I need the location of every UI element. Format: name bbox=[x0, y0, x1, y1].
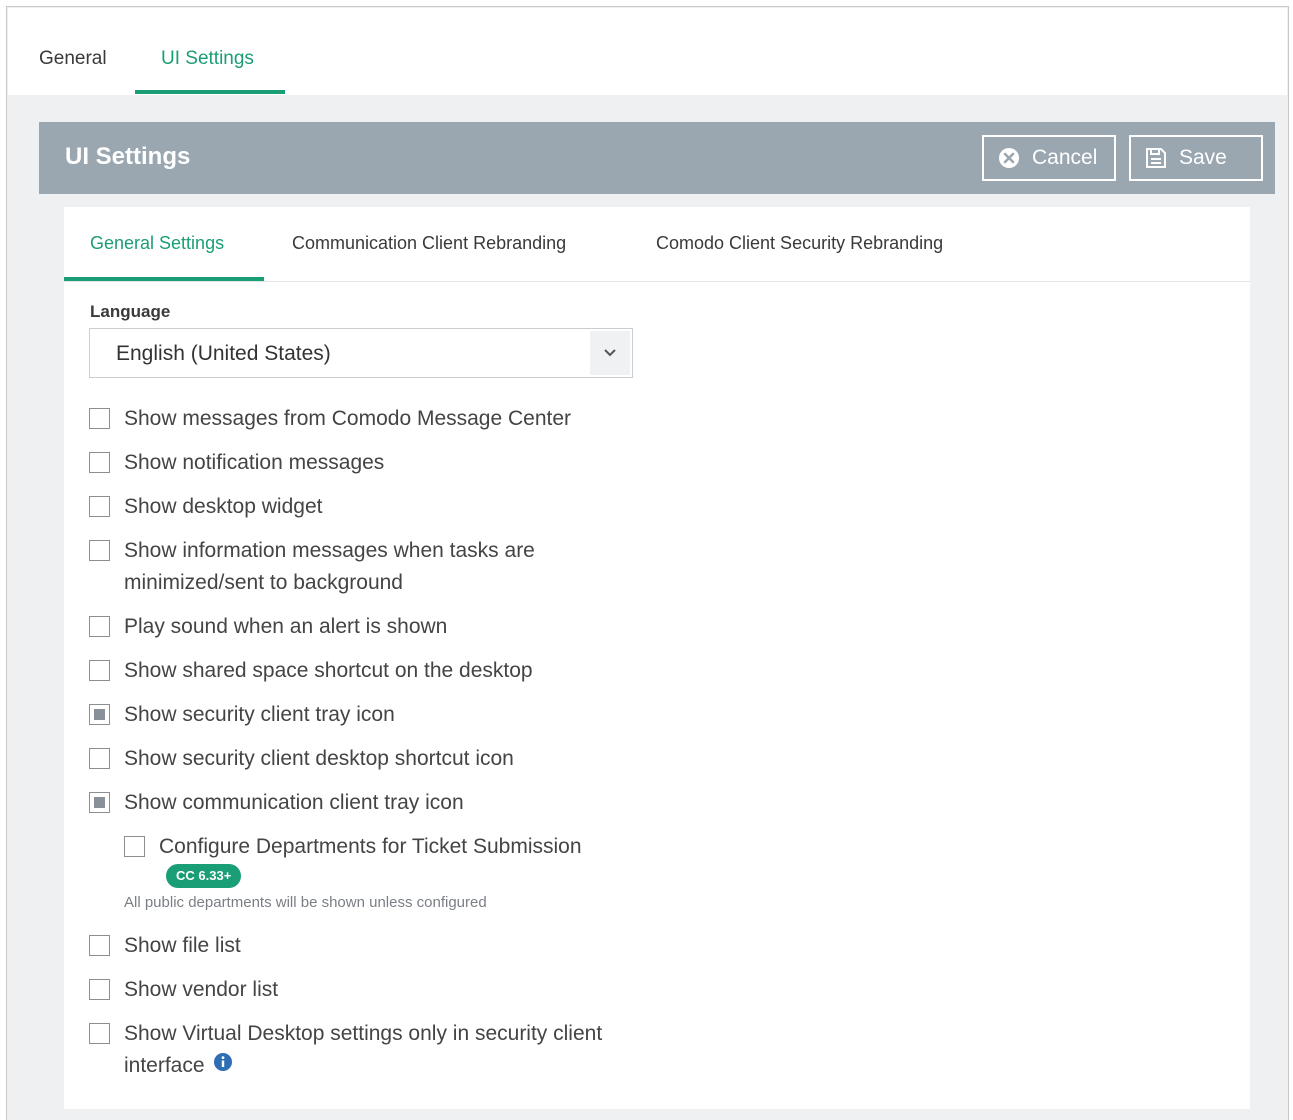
option-label-wrap: Show Virtual Desktop settings only in se… bbox=[124, 1018, 644, 1082]
option-label: Show security client tray icon bbox=[124, 703, 395, 726]
tab-general-settings[interactable]: General Settings bbox=[90, 233, 224, 254]
cancel-button[interactable]: Cancel bbox=[982, 135, 1116, 181]
option-label: Configure Departments for Ticket Submiss… bbox=[159, 835, 582, 858]
tab-comodo-client-security-rebranding[interactable]: Comodo Client Security Rebranding bbox=[656, 233, 943, 254]
option-label: Show desktop widget bbox=[124, 495, 323, 518]
checkbox[interactable] bbox=[89, 935, 110, 956]
checkbox[interactable] bbox=[89, 792, 110, 813]
checkbox[interactable] bbox=[89, 1023, 110, 1044]
checkbox[interactable] bbox=[89, 704, 110, 725]
active-tab-indicator bbox=[135, 90, 285, 94]
option-label: Show security client desktop shortcut ic… bbox=[124, 747, 514, 770]
language-select[interactable]: English (United States) bbox=[89, 328, 633, 378]
floppy-disk-icon bbox=[1145, 147, 1167, 169]
departments-hint: All public departments will be shown unl… bbox=[124, 894, 487, 911]
language-value: English (United States) bbox=[116, 342, 331, 365]
sub-tab-bar: General Settings Communication Client Re… bbox=[64, 207, 1250, 282]
option-shared-space-shortcut[interactable]: Show shared space shortcut on the deskto… bbox=[89, 655, 533, 687]
option-vendor-list[interactable]: Show vendor list bbox=[89, 974, 278, 1006]
checkbox[interactable] bbox=[124, 836, 145, 857]
option-label: Show file list bbox=[124, 934, 241, 957]
checkbox[interactable] bbox=[89, 452, 110, 473]
option-label: Show messages from Comodo Message Center bbox=[124, 407, 572, 430]
save-button-label: Save bbox=[1179, 146, 1227, 169]
checkbox[interactable] bbox=[89, 616, 110, 637]
option-play-sound[interactable]: Play sound when an alert is shown bbox=[89, 611, 447, 643]
option-information-messages[interactable]: Show information messages when tasks are… bbox=[89, 535, 574, 599]
option-label: Show communication client tray icon bbox=[124, 791, 464, 814]
checkbox[interactable] bbox=[89, 748, 110, 769]
panel-header: UI Settings Cancel Save bbox=[39, 122, 1275, 194]
option-notification-messages[interactable]: Show notification messages bbox=[89, 447, 384, 479]
option-security-desktop-shortcut[interactable]: Show security client desktop shortcut ic… bbox=[89, 743, 514, 775]
info-icon[interactable] bbox=[213, 1050, 233, 1082]
option-label: Show notification messages bbox=[124, 451, 385, 474]
option-message-center[interactable]: Show messages from Comodo Message Center bbox=[89, 403, 571, 435]
option-communication-tray-icon[interactable]: Show communication client tray icon bbox=[89, 787, 464, 819]
option-desktop-widget[interactable]: Show desktop widget bbox=[89, 491, 322, 523]
option-configure-departments[interactable]: Configure Departments for Ticket Submiss… bbox=[124, 831, 582, 863]
option-file-list[interactable]: Show file list bbox=[89, 930, 241, 962]
option-label: Show information messages when tasks are… bbox=[124, 539, 535, 594]
tab-general[interactable]: General bbox=[39, 48, 107, 70]
checkbox[interactable] bbox=[89, 979, 110, 1000]
checkbox[interactable] bbox=[89, 408, 110, 429]
language-label: Language bbox=[90, 302, 171, 321]
option-virtual-desktop-settings[interactable]: Show Virtual Desktop settings only in se… bbox=[89, 1018, 644, 1082]
save-button[interactable]: Save bbox=[1129, 135, 1263, 181]
x-circle-icon bbox=[998, 147, 1020, 169]
option-label: Show Virtual Desktop settings only in se… bbox=[124, 1022, 603, 1077]
version-badge: CC 6.33+ bbox=[166, 864, 242, 888]
tab-ui-settings[interactable]: UI Settings bbox=[161, 48, 254, 70]
top-tab-bar: General UI Settings bbox=[8, 8, 1287, 95]
checkbox[interactable] bbox=[89, 660, 110, 681]
option-security-tray-icon[interactable]: Show security client tray icon bbox=[89, 699, 395, 731]
chevron-down-icon[interactable] bbox=[590, 331, 630, 375]
option-label: Play sound when an alert is shown bbox=[124, 615, 448, 638]
option-label: Show shared space shortcut on the deskto… bbox=[124, 659, 533, 682]
checkbox[interactable] bbox=[89, 496, 110, 517]
page-title: UI Settings bbox=[65, 143, 191, 170]
cancel-button-label: Cancel bbox=[1032, 146, 1098, 169]
active-sub-tab-indicator bbox=[64, 277, 264, 281]
tab-communication-client-rebranding[interactable]: Communication Client Rebranding bbox=[292, 233, 566, 254]
option-label: Show vendor list bbox=[124, 978, 279, 1001]
panel-body: General Settings Communication Client Re… bbox=[64, 207, 1250, 1109]
checkbox[interactable] bbox=[89, 540, 110, 561]
